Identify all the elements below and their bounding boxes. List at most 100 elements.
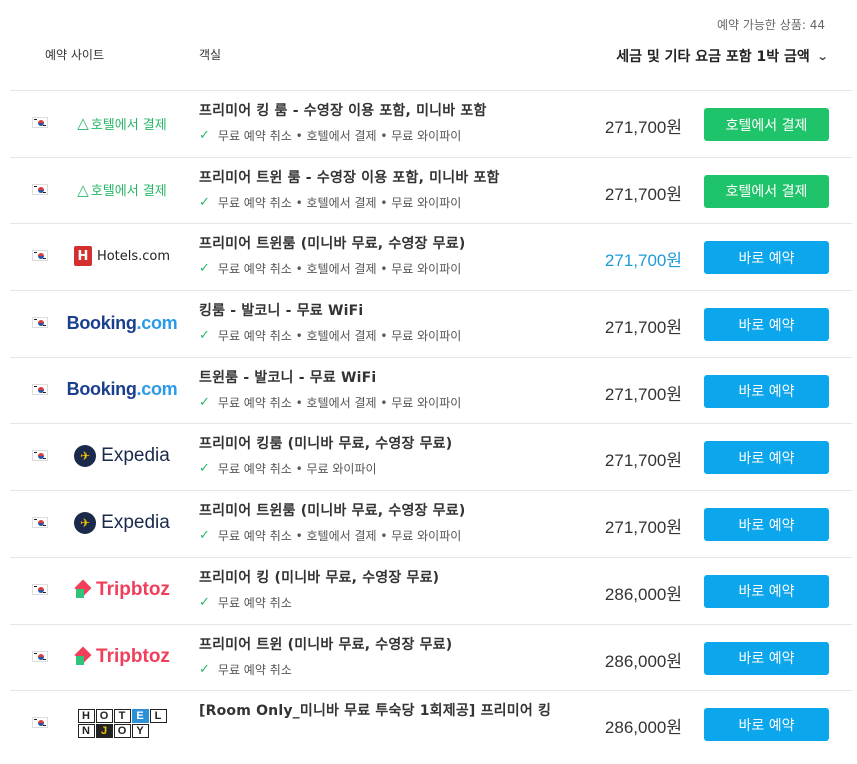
- room-info: 프리미어 킹룸 (미니바 무료, 수영장 무료) ✓ 무료 예약 취소 • 무료 …: [199, 434, 569, 477]
- book-now-button[interactable]: 바로 예약: [704, 374, 829, 408]
- offer-features: ✓ 무료 예약 취소 • 호텔에서 결제 • 무료 와이파이: [199, 327, 569, 344]
- offer-price[interactable]: 286,000원: [605, 647, 682, 672]
- offer-price[interactable]: 271,700원: [605, 380, 682, 405]
- room-title[interactable]: 프리미어 트윈룸 (미니바 무료, 수영장 무료): [199, 234, 569, 254]
- room-title[interactable]: 프리미어 트윈 룸 - 수영장 이용 포함, 미니바 포함: [199, 168, 569, 188]
- offer-price[interactable]: 271,700원: [605, 113, 682, 138]
- provider-logo[interactable]: Booking.com: [62, 375, 182, 405]
- features-text: 무료 예약 취소: [217, 595, 292, 610]
- room-info: 프리미어 트윈 (미니바 무료, 수영장 무료) ✓ 무료 예약 취소: [199, 635, 569, 678]
- book-now-button[interactable]: 바로 예약: [704, 508, 829, 542]
- provider-logo[interactable]: △ 호텔에서 결제: [62, 108, 182, 138]
- room-info: 프리미어 트윈룸 (미니바 무료, 수영장 무료) ✓ 무료 예약 취소 • 호텔…: [199, 501, 569, 544]
- provider-logo[interactable]: H Hotels.com: [62, 241, 182, 271]
- provider-logo[interactable]: Tripbtoz: [62, 575, 182, 605]
- check-icon: ✓: [199, 128, 210, 143]
- pay-at-hotel-button[interactable]: 호텔에서 결제: [704, 174, 829, 208]
- hotelscom-logo: H Hotels.com: [73, 246, 171, 267]
- chevron-down-icon: ⌄: [816, 49, 829, 63]
- offer-features: ✓ 무료 예약 취소 • 호텔에서 결제 • 무료 와이파이: [199, 127, 569, 144]
- provider-logo[interactable]: Tripbtoz: [62, 642, 182, 672]
- room-info: 프리미어 트윈 룸 - 수영장 이용 포함, 미니바 포함 ✓ 무료 예약 취소 …: [199, 168, 569, 211]
- provider-name: Hotels.com: [96, 248, 171, 264]
- hotel-pay-icon: △: [77, 114, 89, 132]
- expedia-logo: ✈ Expedia: [74, 512, 170, 535]
- expedia-logo: ✈ Expedia: [74, 445, 170, 468]
- offer-price[interactable]: 271,700원: [605, 513, 682, 538]
- offer-row: Tripbtoz 프리미어 트윈 (미니바 무료, 수영장 무료) ✓ 무료 예약…: [10, 623, 852, 691]
- room-title[interactable]: [Room Only_미니바 무료 투숙당 1회제공] 프리미어 킹: [199, 701, 569, 721]
- book-now-button[interactable]: 바로 예약: [704, 441, 829, 475]
- provider-name: Expedia: [101, 445, 170, 467]
- provider-name: Tripbtoz: [96, 578, 170, 600]
- tripbtoz-icon: [74, 646, 92, 667]
- book-now-button[interactable]: 바로 예약: [704, 308, 829, 342]
- provider-name: 호텔에서 결제: [90, 184, 167, 200]
- features-text: 무료 예약 취소 • 호텔에서 결제 • 무료 와이파이: [217, 529, 462, 544]
- offer-price[interactable]: 271,700원: [605, 246, 682, 271]
- room-title[interactable]: 프리미어 트윈 (미니바 무료, 수영장 무료): [199, 635, 569, 655]
- features-text: 무료 예약 취소 • 호텔에서 결제 • 무료 와이파이: [217, 395, 462, 410]
- offer-row: △ 호텔에서 결제 프리미어 킹 룸 - 수영장 이용 포함, 미니바 포함 ✓ 무…: [10, 90, 852, 157]
- offer-features: ✓ 무료 예약 취소 • 호텔에서 결제 • 무료 와이파이: [199, 394, 569, 411]
- room-title[interactable]: 프리미어 킹룸 (미니바 무료, 수영장 무료): [199, 434, 569, 454]
- room-info: 프리미어 킹 룸 - 수영장 이용 포함, 미니바 포함 ✓ 무료 예약 취소 •…: [199, 101, 569, 144]
- price-sort-dropdown[interactable]: 세금 및 기타 요금 포함 1박 금액 ⌄: [616, 46, 829, 66]
- room-info: [Room Only_미니바 무료 투숙당 1회제공] 프리미어 킹: [199, 701, 569, 721]
- offer-list: △ 호텔에서 결제 프리미어 킹 룸 - 수영장 이용 포함, 미니바 포함 ✓ 무…: [10, 90, 852, 757]
- offer-price[interactable]: 286,000원: [605, 713, 682, 738]
- pay-at-hotel-button[interactable]: 호텔에서 결제: [704, 108, 829, 141]
- provider-suffix: .com: [136, 312, 178, 333]
- offer-price[interactable]: 286,000원: [605, 580, 682, 605]
- booking-logo: Booking.com: [67, 313, 178, 334]
- check-icon: ✓: [199, 461, 210, 477]
- features-text: 무료 예약 취소 • 호텔에서 결제 • 무료 와이파이: [217, 262, 462, 277]
- book-now-button[interactable]: 바로 예약: [704, 708, 829, 742]
- tripbtoz-icon: [74, 579, 92, 600]
- book-now-button[interactable]: 바로 예약: [704, 574, 829, 608]
- table-header: 예약 사이트 객실 세금 및 기타 요금 포함 1박 금액 ⌄: [0, 40, 857, 80]
- korea-flag-icon: [32, 517, 48, 529]
- check-icon: ✓: [199, 394, 210, 410]
- hotel-pay-logo: △ 호텔에서 결제: [77, 114, 166, 133]
- provider-logo[interactable]: HOTELNJOY: [62, 708, 182, 738]
- book-now-button[interactable]: 바로 예약: [704, 641, 829, 675]
- check-icon: ✓: [199, 594, 210, 610]
- offer-price[interactable]: 271,700원: [605, 180, 682, 205]
- offer-row: H Hotels.com 프리미어 트윈룸 (미니바 무료, 수영장 무료) ✓ 무…: [10, 223, 852, 290]
- offer-price[interactable]: 271,700원: [605, 313, 682, 338]
- features-text: 무료 예약 취소 • 호텔에서 결제 • 무료 와이파이: [217, 329, 462, 344]
- hotelnjoy-logo: HOTELNJOY: [77, 708, 167, 738]
- offer-features: ✓ 무료 예약 취소: [199, 661, 569, 678]
- korea-flag-icon: [32, 383, 48, 395]
- provider-name: Tripbtoz: [96, 645, 170, 667]
- hotel-pay-logo: △ 호텔에서 결제: [77, 180, 167, 200]
- provider-logo[interactable]: ✈ Expedia: [62, 508, 182, 538]
- offer-row: △ 호텔에서 결제 프리미어 트윈 룸 - 수영장 이용 포함, 미니바 포함 ✓…: [10, 156, 852, 224]
- offer-price[interactable]: 271,700원: [605, 446, 682, 471]
- korea-flag-icon: [32, 317, 48, 329]
- room-title[interactable]: 프리미어 킹 (미니바 무료, 수영장 무료): [199, 568, 569, 588]
- provider-logo[interactable]: △ 호텔에서 결제: [62, 175, 182, 205]
- provider-name: Expedia: [101, 512, 170, 534]
- room-title[interactable]: 프리미어 킹 룸 - 수영장 이용 포함, 미니바 포함: [199, 101, 569, 121]
- room-title[interactable]: 킹룸 - 발코니 - 무료 WiFi: [199, 301, 569, 321]
- tripbtoz-logo: Tripbtoz: [74, 579, 170, 601]
- hotelscom-icon: H: [73, 246, 92, 267]
- book-now-button[interactable]: 바로 예약: [704, 241, 829, 275]
- airplane-icon: ✈: [74, 445, 97, 468]
- check-icon: ✓: [199, 528, 210, 544]
- provider-logo[interactable]: ✈ Expedia: [62, 441, 182, 471]
- available-count: 예약 가능한 상품: 44: [716, 18, 825, 32]
- room-column-header: 객실: [199, 48, 222, 62]
- provider-name: Booking: [66, 379, 137, 400]
- provider-logo[interactable]: Booking.com: [62, 308, 182, 338]
- airplane-icon: ✈: [74, 512, 97, 535]
- room-title[interactable]: 트윈룸 - 발코니 - 무료 WiFi: [199, 368, 569, 388]
- offer-row: HOTELNJOY [Room Only_미니바 무료 투숙당 1회제공] 프리…: [10, 690, 852, 757]
- check-icon: ✓: [199, 328, 210, 344]
- korea-flag-icon: [32, 183, 48, 195]
- room-title[interactable]: 프리미어 트윈룸 (미니바 무료, 수영장 무료): [199, 501, 569, 521]
- korea-flag-icon: [32, 650, 48, 662]
- features-text: 무료 예약 취소 • 무료 와이파이: [217, 462, 377, 477]
